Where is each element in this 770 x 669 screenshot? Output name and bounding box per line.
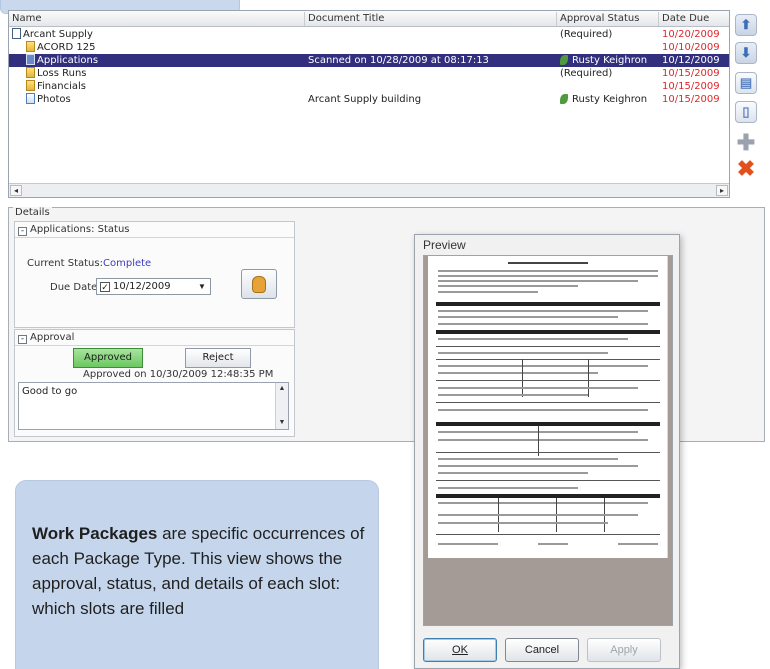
ok-button[interactable]: OK xyxy=(423,638,497,662)
reject-button[interactable]: Reject xyxy=(185,348,251,368)
apply-button[interactable]: Apply xyxy=(587,638,661,662)
document-icon xyxy=(26,93,35,104)
move-down-icon: ⬇ xyxy=(735,42,757,64)
folder-icon xyxy=(26,67,35,78)
hand-icon xyxy=(252,275,266,293)
due-date-picker[interactable]: ✓ 10/12/2009 ▼ xyxy=(96,278,211,295)
approval-note-text: Good to go xyxy=(22,386,78,397)
row-status: Rusty Keighron xyxy=(572,55,648,66)
row-name: ACORD 125 xyxy=(37,42,96,53)
info-callout: Work Packages are specific occurrences o… xyxy=(16,481,378,669)
due-date-label: Due Date: xyxy=(50,282,101,293)
row-date: 10/10/2009 xyxy=(662,42,720,53)
column-header-name[interactable]: Name xyxy=(9,12,305,26)
document-icon xyxy=(26,54,35,65)
delete-icon: ✖ xyxy=(736,156,756,181)
row-status xyxy=(557,80,659,93)
row-title: Arcant Supply building xyxy=(308,94,422,105)
package-list[interactable]: Name Document Title Approval Status Date… xyxy=(8,10,730,198)
row-date: 10/15/2009 xyxy=(662,68,720,79)
approval-group: - Approval Approved Reject Approved on 10… xyxy=(14,329,295,437)
approval-note-textarea[interactable]: Good to go ▲ ▼ xyxy=(18,382,289,430)
collapse-icon[interactable]: - xyxy=(18,227,27,236)
list-row[interactable]: ACORD 125 10/10/2009 xyxy=(9,41,729,54)
preview-title: Preview xyxy=(423,238,466,252)
list-row-selected[interactable]: Applications Scanned on 10/28/2009 at 08… xyxy=(9,54,729,67)
scroll-down-icon[interactable]: ▼ xyxy=(277,418,287,428)
list-row[interactable]: Photos Arcant Supply building Rusty Keig… xyxy=(9,93,729,106)
approval-leaf-icon xyxy=(560,55,568,65)
row-date: 10/12/2009 xyxy=(662,55,720,66)
delete-button[interactable]: ✖ xyxy=(733,156,759,182)
row-status xyxy=(557,41,659,54)
row-title xyxy=(305,67,557,80)
due-date-checkbox[interactable]: ✓ xyxy=(100,282,110,292)
current-status-label: Current Status: xyxy=(27,258,103,269)
horizontal-scrollbar[interactable]: ◂ ▸ xyxy=(9,183,729,197)
scroll-left-icon[interactable]: ◂ xyxy=(10,185,22,196)
list-header: Name Document Title Approval Status Date… xyxy=(9,11,729,27)
row-title xyxy=(305,80,557,93)
details-legend: Details xyxy=(13,207,52,218)
folder-icon xyxy=(26,41,35,52)
list-body: Arcant Supply (Required) 10/20/2009 ACOR… xyxy=(9,28,729,178)
page-view-icon: ▤ xyxy=(735,72,757,94)
due-date-value: 10/12/2009 xyxy=(113,281,171,292)
move-up-icon: ⬆ xyxy=(735,14,757,36)
scroll-right-icon[interactable]: ▸ xyxy=(716,185,728,196)
preview-document-thumbnail xyxy=(428,256,668,558)
callout-bold-term: Work Packages xyxy=(32,524,158,543)
status-group-header[interactable]: - Applications: Status xyxy=(15,222,294,238)
row-date: 10/15/2009 xyxy=(662,94,720,105)
row-name: Applications xyxy=(37,55,99,66)
page-button[interactable]: ▯ xyxy=(733,99,759,125)
chevron-down-icon[interactable]: ▼ xyxy=(196,281,208,292)
list-row[interactable]: Loss Runs (Required) 10/15/2009 xyxy=(9,67,729,80)
approved-button[interactable]: Approved xyxy=(73,348,143,368)
cancel-button[interactable]: Cancel xyxy=(505,638,579,662)
status-group: - Applications: Status Current Status: Co… xyxy=(14,221,295,328)
list-row[interactable]: Financials 10/15/2009 xyxy=(9,80,729,93)
column-header-date-due[interactable]: Date Due xyxy=(659,12,731,26)
row-status: Rusty Keighron xyxy=(572,94,648,105)
callout-text: Work Packages are specific occurrences o… xyxy=(32,521,372,621)
row-name: Photos xyxy=(37,94,71,105)
row-name: Arcant Supply xyxy=(23,29,93,40)
preview-dialog: Preview OK Cancel Apply xyxy=(414,234,680,669)
approved-on-text: Approved on 10/30/2009 12:48:35 PM xyxy=(83,369,274,380)
scroll-up-icon[interactable]: ▲ xyxy=(277,384,287,394)
column-header-approval-status[interactable]: Approval Status xyxy=(557,12,659,26)
row-status: (Required) xyxy=(560,29,613,40)
take-ownership-button[interactable] xyxy=(241,269,277,299)
package-icon xyxy=(12,28,21,39)
row-title xyxy=(305,41,557,54)
row-status: (Required) xyxy=(560,68,613,79)
row-title: Scanned on 10/28/2009 at 08:17:13 xyxy=(308,55,489,66)
row-name: Loss Runs xyxy=(37,68,87,79)
page-view-button[interactable]: ▤ xyxy=(733,70,759,96)
column-header-document-title[interactable]: Document Title xyxy=(305,12,557,26)
add-button[interactable]: ✚ xyxy=(733,130,759,156)
approval-leaf-icon xyxy=(560,94,568,104)
folder-icon xyxy=(26,80,35,91)
row-title xyxy=(305,28,557,41)
move-up-button[interactable]: ⬆ xyxy=(733,12,759,38)
collapse-icon[interactable]: - xyxy=(18,335,27,344)
row-name: Financials xyxy=(37,81,86,92)
move-down-button[interactable]: ⬇ xyxy=(733,40,759,66)
preview-frame xyxy=(423,255,673,626)
add-icon: ✚ xyxy=(736,130,756,155)
vertical-scrollbar[interactable]: ▲ ▼ xyxy=(275,383,288,429)
page-icon: ▯ xyxy=(735,101,757,123)
approval-group-header[interactable]: - Approval xyxy=(15,330,294,346)
row-date: 10/20/2009 xyxy=(662,29,720,40)
list-row[interactable]: Arcant Supply (Required) 10/20/2009 xyxy=(9,28,729,41)
current-status-value[interactable]: Complete xyxy=(103,258,151,269)
row-date: 10/15/2009 xyxy=(662,81,720,92)
